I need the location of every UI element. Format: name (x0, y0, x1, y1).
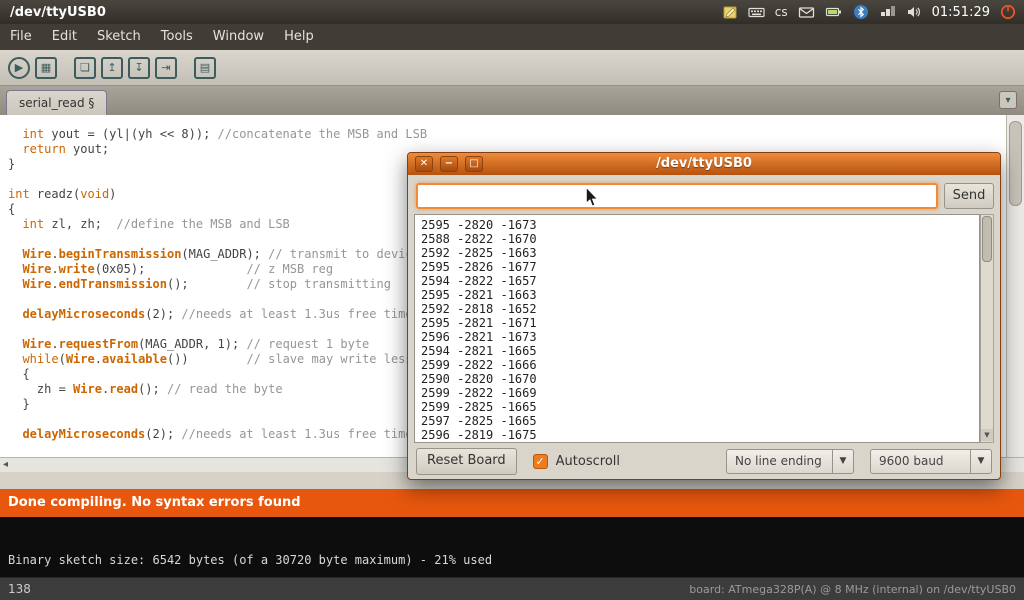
stop-grid-icon: ▦ (41, 61, 51, 74)
bluetooth-icon[interactable] (853, 4, 869, 20)
verify-button[interactable]: ▶ (8, 57, 30, 79)
open-sketch-button[interactable]: ↥ (101, 57, 123, 79)
serial-monitor-controls: Reset Board ✓ Autoscroll No line ending … (408, 443, 1000, 479)
serial-line: 2599 -2822 -1666 (421, 358, 973, 372)
new-sketch-button[interactable]: ❏ (74, 57, 96, 79)
menu-help[interactable]: Help (274, 24, 324, 50)
menu-tools[interactable]: Tools (151, 24, 203, 50)
autoscroll-checkbox[interactable]: ✓ (533, 454, 548, 469)
keyboard-icon[interactable] (748, 4, 765, 20)
serial-monitor-button[interactable]: ▤ (194, 57, 216, 79)
tabbar: serial_read § ▾ (0, 86, 1024, 115)
serial-line: 2596 -2821 -1673 (421, 330, 973, 344)
board-info: board: ATmega328P(A) @ 8 MHz (internal) … (689, 583, 1016, 596)
serial-line: 2597 -2825 -1665 (421, 414, 973, 428)
minimize-icon: − (445, 158, 453, 169)
serial-line: 2595 -2820 -1673 (421, 218, 973, 232)
reset-board-button[interactable]: Reset Board (416, 448, 517, 475)
chevron-down-icon: ▼ (832, 450, 853, 473)
save-sketch-button[interactable]: ↧ (128, 57, 150, 79)
keyboard-layout-indicator[interactable]: cs (775, 5, 788, 19)
stop-button[interactable]: ▦ (35, 57, 57, 79)
serial-line: 2592 -2818 -1652 (421, 302, 973, 316)
baud-rate-dropdown[interactable]: 9600 baud ▼ (870, 449, 992, 474)
upload-button[interactable]: ⇥ (155, 57, 177, 79)
serial-output-scrollbar-thumb[interactable] (982, 216, 992, 262)
menu-window[interactable]: Window (203, 24, 274, 50)
serial-line: 2590 -2820 -1670 (421, 372, 973, 386)
serial-output: 2595 -2820 -16732588 -2822 -16702592 -28… (414, 214, 980, 443)
play-circle-icon: ▶ (15, 61, 23, 74)
serial-monitor-titlebar[interactable]: /dev/ttyUSB0 (408, 153, 1000, 175)
editor-vertical-scrollbar[interactable] (1006, 115, 1024, 457)
menu-file[interactable]: File (0, 24, 42, 50)
serial-line: 2595 -2826 -1677 (421, 260, 973, 274)
build-console: Binary sketch size: 6542 bytes (of a 307… (0, 517, 1024, 577)
code-line: int yout = (yl|(yh << 8)); //concatenate… (8, 127, 1024, 142)
indicator-area: cs 01:51:29 (722, 0, 1024, 24)
maximize-button[interactable]: □ (465, 156, 483, 172)
menu-sketch[interactable]: Sketch (87, 24, 151, 50)
save-down-arrow-icon: ↧ (134, 61, 143, 74)
scroll-left-arrow-icon[interactable]: ◂ (3, 458, 8, 471)
maximize-icon: □ (469, 158, 478, 169)
send-button[interactable]: Send (944, 183, 994, 209)
line-number-indicator: 138 (8, 582, 31, 596)
battery-icon[interactable] (825, 4, 843, 20)
line-ending-value: No line ending (727, 454, 832, 468)
serial-line: 2594 -2821 -1665 (421, 344, 973, 358)
autoscroll-label: Autoscroll (556, 454, 620, 469)
volume-icon[interactable] (906, 4, 922, 20)
serial-line: 2595 -2821 -1671 (421, 316, 973, 330)
editor-vertical-scrollbar-thumb[interactable] (1009, 121, 1022, 206)
baud-rate-value: 9600 baud (871, 454, 970, 468)
panel-window-title: /dev/ttyUSB0 (10, 5, 106, 20)
serial-line: 2588 -2822 -1670 (421, 232, 973, 246)
chevron-down-icon: ▾ (1005, 95, 1010, 106)
serial-line: 2596 -2819 -1675 (421, 428, 973, 442)
upload-icon: ⇥ (161, 61, 170, 74)
chevron-down-icon: ▼ (970, 450, 991, 473)
tab-menu-button[interactable]: ▾ (999, 91, 1017, 109)
menu-edit[interactable]: Edit (42, 24, 87, 50)
top-panel: /dev/ttyUSB0 cs 01:51:29 (0, 0, 1024, 24)
serial-monitor-window: /dev/ttyUSB0 ✕ − □ Send 2595 -2820 -1673… (407, 152, 1001, 480)
line-ending-dropdown[interactable]: No line ending ▼ (726, 449, 854, 474)
minimize-button[interactable]: − (440, 156, 458, 172)
menubar: FileEditSketchToolsWindowHelp (0, 24, 1024, 50)
serial-send-input[interactable] (416, 183, 938, 209)
ide-footer: 138 board: ATmega328P(A) @ 8 MHz (intern… (0, 577, 1024, 600)
new-file-icon: ❏ (80, 61, 90, 74)
serial-line: 2592 -2825 -1663 (421, 246, 973, 260)
serial-monitor-icon: ▤ (200, 61, 210, 74)
notes-icon[interactable] (722, 4, 738, 20)
serial-line: 2599 -2825 -1665 (421, 400, 973, 414)
mail-icon[interactable] (798, 4, 815, 20)
session-icon[interactable] (1000, 4, 1016, 20)
serial-line: 2599 -2822 -1669 (421, 386, 973, 400)
tab-serial-read[interactable]: serial_read § (6, 90, 107, 115)
close-button[interactable]: ✕ (415, 156, 433, 172)
serial-output-scrollbar[interactable]: ▼ (980, 214, 994, 443)
open-up-arrow-icon: ↥ (107, 61, 116, 74)
serial-line: 2595 -2821 -1663 (421, 288, 973, 302)
network-icon[interactable] (879, 4, 896, 20)
scroll-down-arrow-icon[interactable]: ▼ (981, 429, 993, 441)
toolbar: ▶ ▦ ❏ ↥ ↧ ⇥ ▤ (0, 50, 1024, 86)
close-icon: ✕ (420, 158, 428, 169)
clock-indicator[interactable]: 01:51:29 (932, 5, 990, 20)
check-icon: ✓ (536, 455, 545, 468)
window-controls: ✕ − □ (415, 156, 483, 172)
serial-line: 2594 -2822 -1657 (421, 274, 973, 288)
compile-status-bar: Done compiling. No syntax errors found (0, 489, 1024, 517)
